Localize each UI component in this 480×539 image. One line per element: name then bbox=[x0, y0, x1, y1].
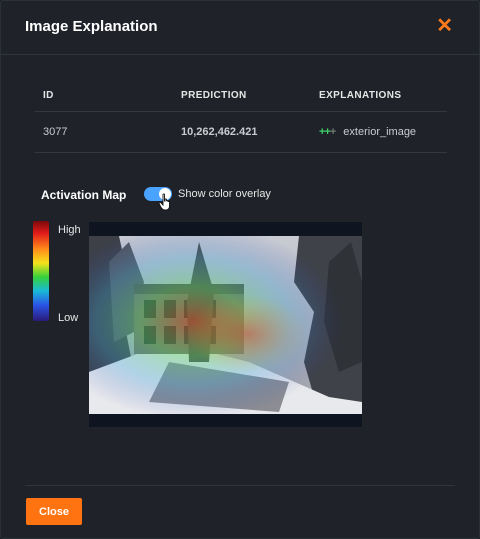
row-explanation: +++ exterior_image bbox=[311, 111, 447, 153]
house-photo-overlay bbox=[89, 222, 362, 427]
legend-high-label: High bbox=[58, 224, 81, 236]
header-id: ID bbox=[35, 79, 173, 112]
close-x-icon[interactable]: ✕ bbox=[436, 15, 453, 37]
color-overlay-label: Show color overlay bbox=[178, 188, 271, 200]
row-prediction: 10,262,462.421 bbox=[173, 111, 311, 153]
header-prediction: PREDICTION bbox=[173, 79, 311, 112]
row-id: 3077 bbox=[35, 111, 173, 153]
legend-low-label: Low bbox=[58, 312, 79, 324]
modal-header: Image Explanation ✕ bbox=[1, 1, 479, 55]
activation-legend-gradient bbox=[33, 221, 49, 321]
activation-map-image bbox=[89, 222, 362, 427]
footer-divider bbox=[25, 485, 455, 486]
close-button[interactable]: Close bbox=[26, 498, 82, 525]
explanation-feature: exterior_image bbox=[343, 126, 417, 138]
modal-title: Image Explanation bbox=[25, 18, 158, 35]
table-header-row: ID PREDICTION EXPLANATIONS bbox=[35, 79, 447, 112]
hand-cursor-icon bbox=[158, 193, 170, 211]
positive-strength-icon: +++ bbox=[319, 126, 336, 138]
explanation-table: ID PREDICTION EXPLANATIONS 3077 10,262,4… bbox=[35, 79, 447, 153]
header-explanations: EXPLANATIONS bbox=[311, 79, 447, 112]
activation-map-label: Activation Map bbox=[41, 188, 127, 202]
image-explanation-modal: Image Explanation ✕ ID PREDICTION EXPLAN… bbox=[0, 0, 480, 539]
table-row: 3077 10,262,462.421 +++ exterior_image bbox=[35, 111, 447, 153]
